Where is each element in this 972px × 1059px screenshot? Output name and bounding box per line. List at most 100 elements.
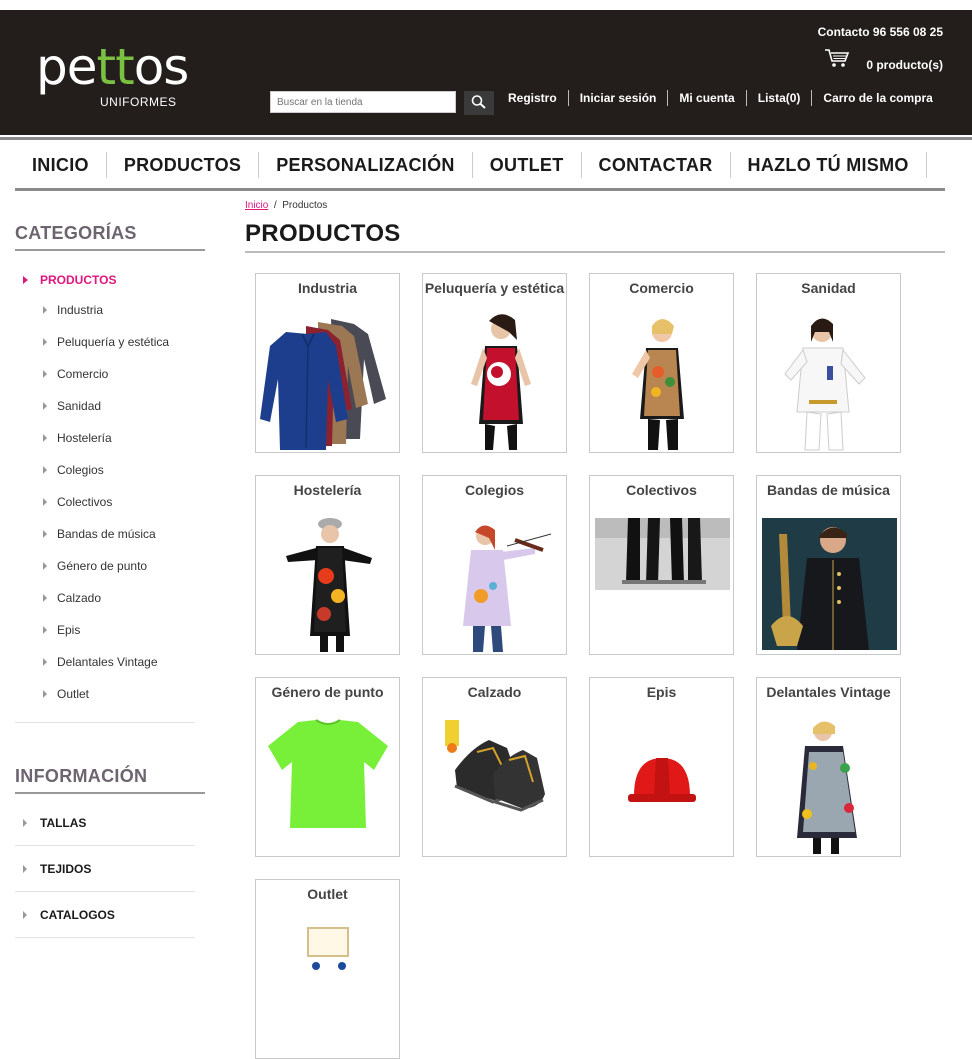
product-card-outlet[interactable]: Outlet bbox=[255, 879, 400, 1059]
info-title: INFORMACIÓN bbox=[15, 766, 148, 786]
product-card-sanidad[interactable]: Sanidad bbox=[756, 273, 901, 453]
arrow-icon bbox=[43, 306, 47, 314]
product-label: Sanidad bbox=[801, 280, 856, 296]
category-bandas[interactable]: Bandas de música bbox=[57, 527, 156, 541]
divider bbox=[15, 937, 195, 938]
cart-link[interactable]: Carro de la compra bbox=[811, 90, 943, 106]
info-tallas[interactable]: TALLAS bbox=[40, 816, 86, 830]
arrow-icon bbox=[23, 819, 27, 827]
header-divider bbox=[0, 137, 972, 140]
my-account-link[interactable]: Mi cuenta bbox=[667, 90, 745, 106]
product-card-epis[interactable]: Epis bbox=[589, 677, 734, 857]
category-peluqueria[interactable]: Peluquería y estética bbox=[57, 335, 169, 349]
product-label: Bandas de música bbox=[767, 482, 890, 498]
categories-title: CATEGORÍAS bbox=[15, 223, 137, 243]
nav-contactar[interactable]: CONTACTAR bbox=[582, 152, 731, 178]
category-industria[interactable]: Industria bbox=[57, 303, 103, 317]
salon-apron-image bbox=[471, 314, 531, 450]
category-colectivos[interactable]: Colectivos bbox=[57, 495, 112, 509]
category-sanidad[interactable]: Sanidad bbox=[57, 399, 101, 413]
arrow-icon bbox=[43, 690, 47, 698]
arrow-icon bbox=[23, 276, 28, 284]
product-card-bandas[interactable]: Bandas de música bbox=[756, 475, 901, 655]
category-colegios[interactable]: Colegios bbox=[57, 463, 104, 477]
product-label: Delantales Vintage bbox=[766, 684, 891, 700]
logo[interactable]: pettos bbox=[36, 42, 189, 92]
top-links: Registro Iniciar sesión Mi cuenta Lista(… bbox=[497, 90, 944, 106]
divider bbox=[15, 891, 195, 892]
medical-uniform-image bbox=[784, 318, 866, 451]
product-card-colectivos[interactable]: Colectivos bbox=[589, 475, 734, 655]
arrow-icon bbox=[43, 434, 47, 442]
category-comercio[interactable]: Comercio bbox=[57, 367, 108, 381]
nav-inicio[interactable]: INICIO bbox=[15, 152, 107, 178]
category-calzado[interactable]: Calzado bbox=[57, 591, 101, 605]
contact-phone: Contacto 96 556 08 25 bbox=[817, 25, 943, 39]
breadcrumb: Inicio / Productos bbox=[245, 200, 327, 211]
safety-shoes-image bbox=[445, 720, 545, 812]
product-label: Género de punto bbox=[271, 684, 384, 700]
divider bbox=[15, 722, 195, 723]
info-rule bbox=[15, 792, 205, 794]
info-tejidos[interactable]: TEJIDOS bbox=[40, 862, 91, 876]
logo-subtitle: UNIFORMES bbox=[100, 95, 177, 109]
nav-hazlo-tu-mismo[interactable]: HAZLO TÚ MISMO bbox=[731, 152, 927, 178]
search-icon bbox=[471, 94, 486, 109]
category-delantales[interactable]: Delantales Vintage bbox=[57, 655, 158, 669]
breadcrumb-separator: / bbox=[273, 200, 277, 211]
product-card-hosteleria[interactable]: Hostelería bbox=[255, 475, 400, 655]
arrow-icon bbox=[43, 466, 47, 474]
outlet-image bbox=[307, 927, 349, 970]
category-genero-punto[interactable]: Género de punto bbox=[57, 559, 147, 573]
product-card-industria[interactable]: Industria bbox=[255, 273, 400, 453]
arrow-icon bbox=[43, 370, 47, 378]
cart-icon[interactable] bbox=[824, 47, 850, 69]
product-label: Industria bbox=[297, 280, 358, 296]
category-outlet[interactable]: Outlet bbox=[57, 687, 89, 701]
product-card-peluqueria[interactable]: Peluquería y estética bbox=[422, 273, 567, 453]
arrow-icon bbox=[43, 594, 47, 602]
green-tshirt-image bbox=[268, 719, 388, 828]
product-label: Hostelería bbox=[293, 482, 362, 498]
arrow-icon bbox=[43, 658, 47, 666]
main-nav: INICIO PRODUCTOS PERSONALIZACIÓN OUTLET … bbox=[15, 142, 945, 191]
school-smock-image bbox=[463, 525, 552, 652]
wishlist-link[interactable]: Lista(0) bbox=[745, 90, 812, 106]
info-catalogos[interactable]: CATALOGOS bbox=[40, 908, 115, 922]
red-helmet-image bbox=[628, 758, 696, 802]
search-button[interactable] bbox=[464, 91, 494, 115]
arrow-icon bbox=[23, 865, 27, 873]
workwear-coats-image bbox=[260, 319, 386, 450]
page-title: PRODUCTOS bbox=[245, 220, 401, 247]
band-uniform-image bbox=[762, 518, 897, 650]
product-card-comercio[interactable]: Comercio bbox=[589, 273, 734, 453]
category-hosteleria[interactable]: Hostelería bbox=[57, 431, 112, 445]
product-card-colegios[interactable]: Colegios bbox=[422, 475, 567, 655]
arrow-icon bbox=[23, 911, 27, 919]
vintage-apron-image bbox=[797, 721, 857, 854]
nav-personalizacion[interactable]: PERSONALIZACIÓN bbox=[259, 152, 473, 178]
product-label: Comercio bbox=[629, 280, 694, 296]
search-input[interactable] bbox=[270, 91, 456, 113]
product-card-delantales[interactable]: Delantales Vintage bbox=[756, 677, 901, 857]
categories-rule bbox=[15, 249, 205, 251]
nav-productos[interactable]: PRODUCTOS bbox=[107, 152, 260, 178]
arrow-icon bbox=[43, 530, 47, 538]
category-productos[interactable]: PRODUCTOS bbox=[40, 273, 116, 287]
breadcrumb-home[interactable]: Inicio bbox=[245, 200, 268, 211]
product-card-genero-punto[interactable]: Género de punto bbox=[255, 677, 400, 857]
login-link[interactable]: Iniciar sesión bbox=[567, 90, 668, 106]
product-card-calzado[interactable]: Calzado bbox=[422, 677, 567, 857]
divider bbox=[15, 845, 195, 846]
product-label: Colegios bbox=[464, 482, 525, 498]
register-link[interactable]: Registro bbox=[497, 90, 568, 106]
category-epis[interactable]: Epis bbox=[57, 623, 80, 637]
shop-apron-image bbox=[632, 319, 684, 450]
cart-count[interactable]: 0 producto(s) bbox=[866, 58, 943, 72]
product-label: Outlet bbox=[307, 886, 348, 902]
product-label: Colectivos bbox=[626, 482, 697, 498]
title-rule bbox=[245, 251, 945, 253]
arrow-icon bbox=[43, 562, 47, 570]
nav-outlet[interactable]: OUTLET bbox=[473, 152, 582, 178]
product-label: Epis bbox=[646, 684, 677, 700]
